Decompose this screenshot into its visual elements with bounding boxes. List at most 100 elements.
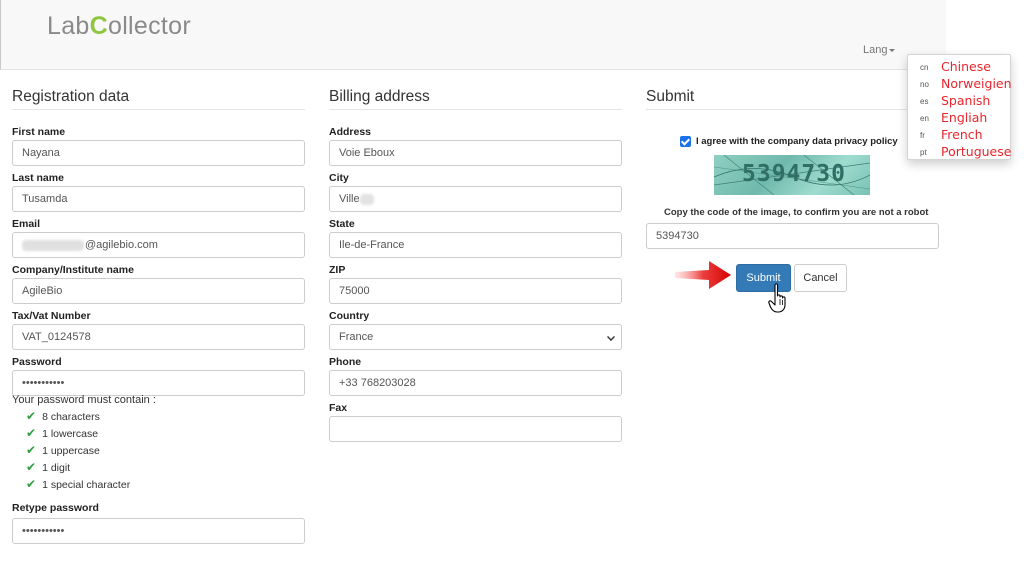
caret-down-icon (889, 48, 896, 52)
phone-label: Phone (329, 356, 362, 368)
lang-item-no[interactable]: no Norweigien (908, 75, 1012, 92)
submit-column: Submit (646, 88, 939, 126)
lang-dropdown-menu: cn Chinese no Norweigien es Spanish en Engli… (907, 54, 1012, 160)
company-input[interactable]: AgileBio (12, 278, 305, 304)
password-hint: Your password must contain : (12, 394, 156, 406)
country-value: France (339, 331, 374, 343)
address-label: Address (329, 126, 372, 138)
captcha-input[interactable]: 5394730 (646, 223, 939, 249)
lang-name: Spanish (941, 93, 991, 108)
city-value: Ville (339, 193, 360, 205)
cancel-button[interactable]: Cancel (794, 264, 847, 292)
first-name-label: First name (12, 126, 66, 138)
lang-name: French (941, 127, 983, 142)
submit-title: Submit (646, 88, 939, 110)
requirement-item: ✔ 1 special character (26, 477, 131, 491)
retype-password-input[interactable]: ••••••••••• (12, 518, 305, 544)
lang-name: Engliah (941, 110, 988, 125)
requirement-item: ✔ 1 digit (26, 460, 71, 474)
logo-text-ollector: ollector (107, 12, 191, 40)
red-arrow-icon (675, 261, 731, 289)
first-name-group: First name Nayana (12, 126, 305, 172)
state-label: State (329, 218, 355, 230)
lang-code: no (920, 80, 929, 89)
lang-item-es[interactable]: es Spanish (908, 92, 1010, 109)
retype-password-label: Retype password (12, 502, 99, 514)
logo-flask-c: C (89, 12, 108, 40)
lang-code: es (920, 97, 929, 106)
requirement-item: ✔ 8 characters (26, 409, 100, 423)
retype-password-group: Retype password ••••••••••• (12, 502, 305, 544)
first-name-input[interactable]: Nayana (12, 140, 305, 166)
company-group: Company/Institute name AgileBio (12, 264, 305, 310)
hand-cursor-icon (768, 283, 786, 313)
city-label: City (329, 172, 349, 184)
captcha-code: 5394730 (742, 161, 846, 187)
requirement-item: ✔ 1 lowercase (26, 426, 99, 440)
tax-input[interactable]: VAT_0124578 (12, 324, 305, 350)
country-label: Country (329, 310, 370, 322)
tax-label: Tax/Vat Number (12, 310, 91, 322)
country-group: Country France (329, 310, 622, 356)
password-input[interactable]: ••••••••••• (12, 370, 305, 396)
lang-item-en[interactable]: en Engliah (908, 109, 1010, 126)
lang-name: Norweigien (941, 76, 1012, 91)
password-label: Password (12, 356, 62, 368)
registration-column: Registration data First name Nayana Last… (12, 88, 305, 544)
captcha-image: 5394730 (714, 155, 870, 195)
chevron-down-icon (607, 333, 615, 341)
privacy-checkbox[interactable] (680, 136, 691, 147)
lang-item-pt[interactable]: pt Portuguese (908, 143, 1012, 160)
password-group: Password ••••••••••• (12, 356, 305, 396)
lang-item-fr[interactable]: fr French (908, 126, 1010, 143)
registration-title: Registration data (12, 88, 305, 110)
check-icon: ✔ (26, 477, 37, 491)
lang-name: Portuguese (941, 144, 1012, 159)
check-icon: ✔ (26, 443, 37, 457)
check-icon: ✔ (26, 409, 37, 423)
lang-dropdown-toggle[interactable]: Lang (863, 44, 896, 56)
blurred-city-suffix (359, 193, 374, 205)
lang-label: Lang (863, 44, 888, 56)
address-group: Address Voie Eboux (329, 126, 622, 172)
captcha-hint: Copy the code of the image, to confirm y… (664, 207, 929, 218)
country-select[interactable]: France (329, 324, 622, 350)
email-group: Email @agilebio.com (12, 218, 305, 264)
requirement-item: ✔ 1 uppercase (26, 443, 100, 457)
tax-group: Tax/Vat Number VAT_0124578 (12, 310, 305, 356)
city-group: City Ville (329, 172, 622, 218)
last-name-group: Last name Tusamda (12, 172, 305, 218)
labcollector-logo[interactable]: LabCollector (47, 12, 191, 41)
lang-name: Chinese (941, 59, 991, 74)
billing-title: Billing address (329, 88, 622, 110)
check-icon: ✔ (26, 426, 37, 440)
phone-input[interactable]: +33 768203028 (329, 370, 622, 396)
password-requirements: ✔ 8 characters ✔ 1 lowercase ✔ 1 uppercase … (12, 408, 305, 493)
state-group: State Ile-de-France (329, 218, 622, 264)
city-input[interactable]: Ville (329, 186, 622, 212)
lang-code: pt (920, 148, 927, 157)
email-domain: @agilebio.com (85, 239, 158, 251)
zip-group: ZIP 75000 (329, 264, 622, 310)
phone-group: Phone +33 768203028 (329, 356, 622, 402)
billing-column: Billing address Address Voie Eboux City … (329, 88, 622, 448)
fax-group: Fax (329, 402, 622, 448)
email-input[interactable]: @agilebio.com (12, 232, 305, 258)
last-name-input[interactable]: Tusamda (12, 186, 305, 212)
email-label: Email (12, 218, 41, 230)
privacy-agree-text: I agree with the company data privacy po… (696, 136, 898, 148)
zip-label: ZIP (329, 264, 346, 276)
blurred-username (22, 239, 84, 251)
company-label: Company/Institute name (12, 264, 134, 276)
check-icon: ✔ (26, 460, 37, 474)
lang-code: en (920, 114, 929, 123)
privacy-agree-row[interactable]: I agree with the company data privacy po… (680, 136, 898, 147)
lang-item-cn[interactable]: cn Chinese (908, 58, 1010, 75)
fax-input[interactable] (329, 416, 622, 442)
zip-input[interactable]: 75000 (329, 278, 622, 304)
lang-code: fr (920, 131, 925, 140)
lang-code: cn (920, 63, 929, 72)
logo-text-lab: Lab (47, 12, 90, 40)
state-input[interactable]: Ile-de-France (329, 232, 622, 258)
address-input[interactable]: Voie Eboux (329, 140, 622, 166)
